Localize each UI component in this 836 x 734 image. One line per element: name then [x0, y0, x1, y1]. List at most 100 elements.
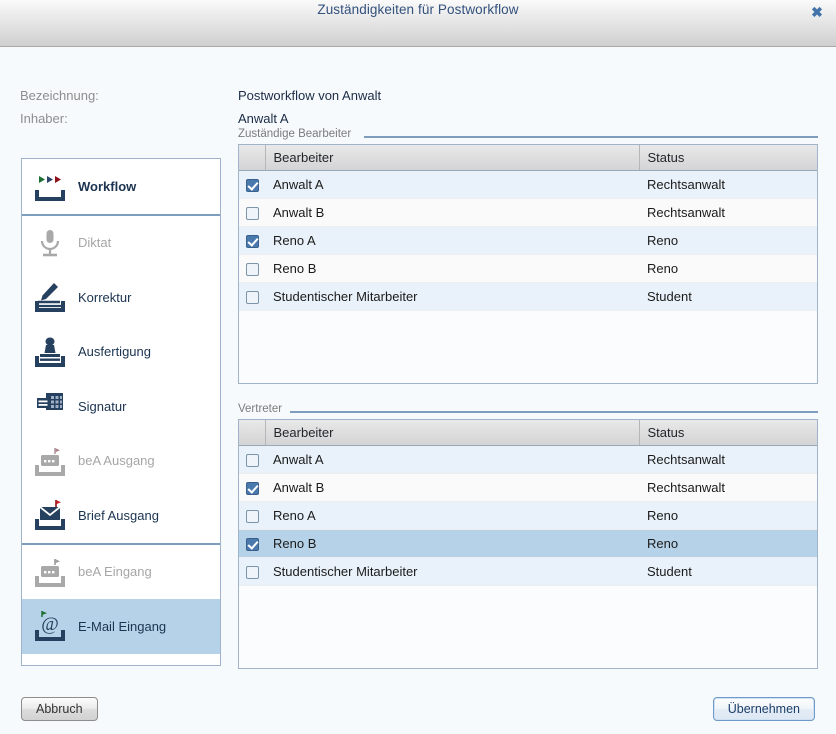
sidebar-item-label: beA Eingang [78, 564, 152, 580]
inhaber-label: Inhaber: [20, 111, 68, 126]
sidebar-item-label: Ausfertigung [78, 344, 151, 360]
table-row[interactable]: Studentischer Mitarbeiter Student [239, 282, 817, 310]
row-checkbox[interactable] [245, 262, 259, 276]
column-header-bearbeiter[interactable]: Bearbeiter [265, 145, 640, 171]
dialog-titlebar: Zuständigkeiten für Postworkflow ✖ [0, 0, 836, 47]
row-checkbox[interactable] [245, 234, 259, 248]
row-checkbox-cell[interactable] [239, 557, 265, 585]
column-header-status[interactable]: Status [639, 420, 817, 446]
bea-outbox-icon [22, 441, 78, 481]
row-checkbox-cell[interactable] [239, 529, 265, 557]
cell-bearbeiter: Anwalt B [273, 204, 325, 220]
workflow-arrows-icon [22, 166, 78, 206]
row-checkbox-cell[interactable] [239, 473, 265, 501]
sidebar-item-signatur[interactable]: Signatur [22, 379, 220, 434]
row-checkbox[interactable] [245, 453, 259, 467]
dialog-title: Zuständigkeiten für Postworkflow [317, 2, 519, 17]
section-header: Zuständige Bearbeiter [238, 128, 818, 144]
section-header: Vertreter [238, 403, 818, 419]
zustaendige-bearbeiter-section: Zuständige Bearbeiter Bearbeiter Status An… [238, 128, 818, 384]
workflow-step-sidebar: Workflow Diktat Korrektur Ausfertigung Signa… [21, 158, 221, 666]
cell-status: Reno [647, 535, 679, 551]
table-row[interactable]: Reno B Reno [239, 254, 817, 282]
row-checkbox[interactable] [245, 178, 259, 192]
row-checkbox[interactable] [245, 481, 259, 495]
sidebar-item-e-mail-eingang[interactable]: @ E-Mail Eingang [22, 599, 220, 654]
table-row[interactable]: Anwalt B Rechtsanwalt [239, 198, 817, 226]
sidebar-item-label: Workflow [78, 178, 137, 194]
cell-bearbeiter: Anwalt A [273, 176, 324, 192]
bea-inbox-icon [22, 552, 78, 592]
vertreter-section: Vertreter Bearbeiter Status Anwalt A Rechts… [238, 403, 818, 669]
sidebar-item-diktat: Diktat [22, 216, 220, 271]
table-row[interactable]: Reno B Reno [239, 529, 817, 557]
row-checkbox-cell[interactable] [239, 226, 265, 254]
cell-bearbeiter: Reno A [273, 232, 316, 248]
bezeichnung-value: Postworkflow von Anwalt [238, 88, 382, 103]
sidebar-item-label: Brief Ausgang [78, 507, 159, 523]
column-header-status[interactable]: Status [639, 145, 817, 171]
cell-bearbeiter: Reno B [273, 535, 317, 551]
cell-status: Rechtsanwalt [647, 479, 726, 495]
accept-button[interactable]: Übernehmen [712, 697, 815, 721]
table-row[interactable]: Anwalt A Rechtsanwalt [239, 445, 817, 473]
sidebar-item-korrektur[interactable]: Korrektur [22, 270, 220, 325]
table-row[interactable]: Anwalt A Rechtsanwalt [239, 170, 817, 198]
row-checkbox-cell[interactable] [239, 282, 265, 310]
column-header-checkbox[interactable] [239, 145, 266, 171]
row-checkbox-cell[interactable] [239, 198, 265, 226]
row-checkbox-cell[interactable] [239, 170, 265, 198]
section-title: Zuständige Bearbeiter [238, 128, 358, 140]
sidebar-item-workflow[interactable]: Workflow [22, 159, 220, 214]
cell-status: Rechtsanwalt [647, 204, 726, 220]
row-checkbox[interactable] [245, 537, 259, 551]
cell-status: Student [647, 563, 692, 579]
cell-status: Reno [647, 507, 679, 523]
table-header-row: Bearbeiter Status [239, 145, 817, 171]
close-icon[interactable]: ✖ [806, 2, 828, 22]
cell-bearbeiter: Studentischer Mitarbeiter [273, 288, 418, 304]
pencil-tray-icon [22, 277, 78, 317]
table-row[interactable]: Reno A Reno [239, 226, 817, 254]
cell-bearbeiter: Reno A [273, 507, 316, 523]
svg-text:@: @ [41, 614, 59, 635]
sidebar-item-bea-eingang: beA Eingang [22, 545, 220, 600]
table-row[interactable]: Reno A Reno [239, 501, 817, 529]
envelope-outbox-icon [22, 495, 78, 535]
sidebar-item-ausfertigung[interactable]: Ausfertigung [22, 325, 220, 380]
section-title: Vertreter [238, 403, 289, 415]
row-checkbox[interactable] [245, 290, 259, 304]
signature-card-icon [22, 386, 78, 426]
vertreter-table: Bearbeiter Status Anwalt A Rechtsanwalt Anwa… [239, 420, 817, 586]
table-header-row: Bearbeiter Status [239, 420, 817, 446]
sidebar-item-brief-ausgang[interactable]: Brief Ausgang [22, 488, 220, 543]
sidebar-item-label: beA Ausgang [78, 453, 155, 469]
stamp-icon [22, 332, 78, 372]
column-header-checkbox[interactable] [239, 420, 266, 446]
cell-bearbeiter: Anwalt B [273, 479, 325, 495]
row-checkbox-cell[interactable] [239, 501, 265, 529]
sidebar-item-label: Signatur [78, 398, 127, 414]
at-inbox-icon: @ [22, 606, 78, 646]
cell-bearbeiter: Studentischer Mitarbeiter [273, 563, 418, 579]
sidebar-item-label: E-Mail Eingang [78, 618, 167, 634]
cell-status: Reno [647, 232, 679, 248]
zustaendige-bearbeiter-table: Bearbeiter Status Anwalt A Rechtsanwalt Anwa… [239, 145, 817, 311]
cell-bearbeiter: Anwalt A [273, 451, 324, 467]
row-checkbox-cell[interactable] [239, 254, 265, 282]
microphone-icon [22, 223, 78, 263]
cell-status: Rechtsanwalt [647, 176, 726, 192]
row-checkbox[interactable] [245, 206, 259, 220]
row-checkbox[interactable] [245, 509, 259, 523]
cell-status: Student [647, 288, 692, 304]
bezeichnung-label: Bezeichnung: [20, 88, 99, 103]
table-row[interactable]: Studentischer Mitarbeiter Student [239, 557, 817, 585]
row-checkbox-cell[interactable] [239, 445, 265, 473]
vertreter-table-container: Bearbeiter Status Anwalt A Rechtsanwalt Anwa… [238, 419, 818, 669]
table-row[interactable]: Anwalt B Rechtsanwalt [239, 473, 817, 501]
column-header-bearbeiter[interactable]: Bearbeiter [265, 420, 640, 446]
cell-bearbeiter: Reno B [273, 260, 317, 276]
sidebar-item-bea-ausgang: beA Ausgang [22, 434, 220, 489]
row-checkbox[interactable] [245, 565, 259, 579]
cancel-button[interactable]: Abbruch [21, 697, 98, 721]
